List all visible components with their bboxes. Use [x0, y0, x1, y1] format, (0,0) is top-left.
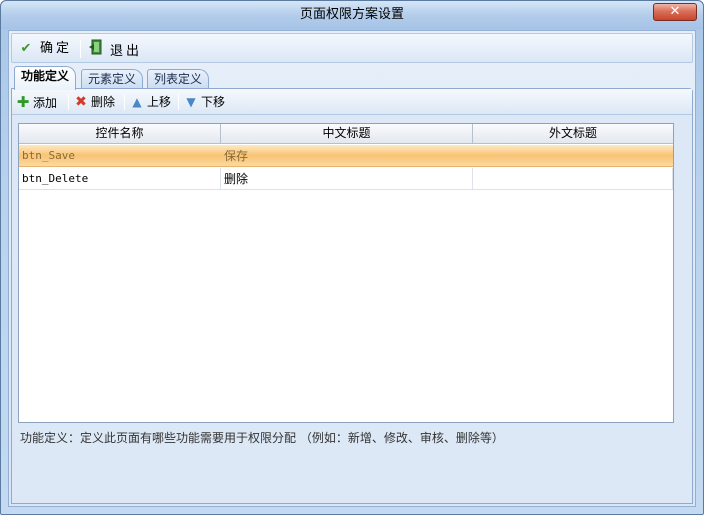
main-toolbar: ✔ 确定 退出 [11, 33, 693, 63]
confirm-button[interactable]: ✔ 确定 [18, 39, 72, 59]
tab-element-definition[interactable]: 元素定义 [81, 69, 144, 89]
plus-icon: ✚ [16, 93, 30, 111]
grid-toolbar: ✚ 添加 ✖ 删除 ▲ 上移 ▼ 下移 [12, 89, 692, 115]
tab-strip: 功能定义 元素定义 列表定义 [11, 66, 693, 90]
column-header-chinese-title[interactable]: 中文标题 [221, 124, 473, 144]
tab-function-definition[interactable]: 功能定义 [14, 66, 77, 90]
move-down-label: 下移 [201, 95, 226, 109]
toolbar-separator [68, 94, 69, 110]
exit-door-icon [88, 39, 104, 62]
table-row[interactable]: btn_Save 保存 [19, 145, 673, 167]
cell-foreign-title[interactable] [473, 145, 673, 167]
triangle-up-icon: ▲ [132, 95, 142, 109]
exit-label: 退出 [110, 44, 143, 59]
triangle-down-icon: ▼ [186, 95, 196, 109]
table-row[interactable]: btn_Delete 删除 [19, 168, 673, 190]
cell-chinese-title[interactable]: 保存 [221, 145, 473, 167]
confirm-label: 确定 [40, 41, 73, 56]
add-label: 添加 [33, 96, 58, 110]
add-button[interactable]: ✚ 添加 [16, 93, 57, 111]
window-title: 页面权限方案设置 [299, 7, 404, 22]
tab-list-definition[interactable]: 列表定义 [147, 69, 210, 89]
tab-panel: ✚ 添加 ✖ 删除 ▲ 上移 ▼ 下移 控件名称 中文标题 外文标题 btn_S… [11, 88, 693, 504]
help-hint-text: 功能定义：定义此页面有哪些功能需要用于权限分配 （例如：新增、修改、审核、删除等… [20, 431, 504, 445]
cell-control-name[interactable]: btn_Save [19, 145, 221, 167]
close-icon: ✕ [669, 4, 681, 19]
close-button[interactable]: ✕ [653, 3, 697, 21]
dialog-body: ✔ 确定 退出 功能定义 元素定义 列表定义 ✚ 添加 ✖ 删除 ▲ 上移 ▼ … [8, 30, 696, 507]
cell-control-name[interactable]: btn_Delete [19, 168, 221, 190]
exit-button[interactable]: 退出 [88, 39, 142, 59]
move-down-button[interactable]: ▼ 下移 [184, 93, 225, 111]
delete-label: 删除 [91, 95, 116, 109]
dialog-window: 页面权限方案设置 ✕ ✔ 确定 退出 功能定义 元素定义 列表定义 ✚ 添加 ✖… [0, 0, 704, 515]
grid-header: 控件名称 中文标题 外文标题 [19, 124, 673, 144]
delete-button[interactable]: ✖ 删除 [74, 93, 115, 111]
column-header-control-name[interactable]: 控件名称 [19, 124, 221, 144]
move-up-button[interactable]: ▲ 上移 [130, 93, 171, 111]
toolbar-separator [124, 94, 125, 110]
column-header-foreign-title[interactable]: 外文标题 [473, 124, 673, 144]
permission-grid[interactable]: 控件名称 中文标题 外文标题 btn_Save 保存 btn_Delete 删除 [18, 123, 674, 423]
move-up-label: 上移 [147, 95, 172, 109]
title-bar[interactable]: 页面权限方案设置 ✕ [1, 1, 703, 29]
cell-chinese-title[interactable]: 删除 [221, 168, 473, 190]
delete-x-icon: ✖ [75, 94, 87, 110]
toolbar-separator [80, 40, 81, 58]
toolbar-separator [178, 94, 179, 110]
check-icon: ✔ [20, 41, 32, 56]
cell-foreign-title[interactable] [473, 168, 673, 190]
